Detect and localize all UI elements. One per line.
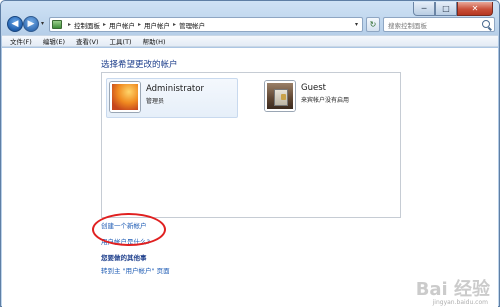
breadcrumb-user-accounts-family[interactable]: 用户帐户 xyxy=(109,20,135,30)
suitcase-avatar-icon xyxy=(265,81,295,111)
recent-pages-dropdown[interactable]: ▾ xyxy=(41,20,44,27)
address-bar[interactable]: ▸ 控制面板 ▸ 用户帐户 ▸ 用户帐户 ▸ 管理帐户 ▾ xyxy=(49,17,363,32)
address-dropdown-icon[interactable]: ▾ xyxy=(355,21,358,28)
account-role: 管理员 xyxy=(146,98,165,105)
menu-bar: 文件(F) 编辑(E) 查看(V) 工具(T) 帮助(H) xyxy=(2,35,498,47)
breadcrumb-manage-accounts[interactable]: 管理帐户 xyxy=(179,20,205,30)
chevron-right-icon[interactable]: ▸ xyxy=(138,21,141,28)
search-icon[interactable] xyxy=(482,20,490,28)
menu-view[interactable]: 查看(V) xyxy=(76,36,99,46)
explorer-window: ─ □ ✕ ◀ ▶ ▾ ▸ 控制面板 ▸ 用户帐户 ▸ 用户帐户 ▸ 管理帐户 … xyxy=(0,0,500,307)
page-title: 选择希望更改的帐户 xyxy=(101,60,178,70)
menu-edit[interactable]: 编辑(E) xyxy=(43,36,65,46)
account-tile-guest[interactable]: Guest 来宾帐户没有启用 xyxy=(262,78,394,118)
goto-user-accounts-link[interactable]: 转到主 "用户帐户" 页面 xyxy=(101,265,170,275)
account-role: 来宾帐户没有启用 xyxy=(301,97,350,104)
account-tile-administrator[interactable]: Administrator 管理员 xyxy=(106,78,238,118)
maximize-button[interactable]: □ xyxy=(435,2,457,16)
window-controls: ─ □ ✕ xyxy=(413,2,493,16)
chevron-right-icon[interactable]: ▸ xyxy=(173,21,176,28)
search-placeholder: 搜索控制面板 xyxy=(388,21,427,30)
minimize-button[interactable]: ─ xyxy=(413,2,435,16)
other-tasks-heading: 您要做的其他事 xyxy=(101,254,147,262)
refresh-button[interactable]: ↻ xyxy=(366,17,380,32)
accounts-list: Administrator 管理员 Guest 来宾帐户没有启用 xyxy=(101,72,401,218)
menu-file[interactable]: 文件(F) xyxy=(10,36,32,46)
chevron-right-icon[interactable]: ▸ xyxy=(103,21,106,28)
main-content: 选择希望更改的帐户 Administrator 管理员 Guest 来宾帐户没有… xyxy=(2,48,498,307)
search-input[interactable]: 搜索控制面板 xyxy=(383,17,495,32)
account-name: Administrator xyxy=(146,84,204,94)
account-info: Guest 来宾帐户没有启用 xyxy=(301,81,349,104)
back-button[interactable]: ◀ xyxy=(7,16,23,32)
breadcrumb-user-accounts[interactable]: 用户帐户 xyxy=(144,20,170,30)
chevron-right-icon[interactable]: ▸ xyxy=(68,21,71,28)
menu-tools[interactable]: 工具(T) xyxy=(110,36,132,46)
account-name: Guest xyxy=(301,83,326,93)
baidu-watermark: Bai 经验 xyxy=(415,279,490,300)
menu-help[interactable]: 帮助(H) xyxy=(143,36,166,46)
highlight-circle xyxy=(92,213,166,246)
breadcrumb-control-panel[interactable]: 控制面板 xyxy=(74,20,100,30)
account-info: Administrator 管理员 xyxy=(146,82,204,105)
close-button[interactable]: ✕ xyxy=(457,2,493,16)
address-row: ◀ ▶ ▾ ▸ 控制面板 ▸ 用户帐户 ▸ 用户帐户 ▸ 管理帐户 ▾ ↻ 搜索… xyxy=(5,15,497,34)
control-panel-icon xyxy=(52,20,62,29)
watermark-url: jingyan.baidu.com xyxy=(432,299,488,306)
forward-button[interactable]: ▶ xyxy=(23,16,39,32)
flower-avatar-icon xyxy=(110,82,140,112)
